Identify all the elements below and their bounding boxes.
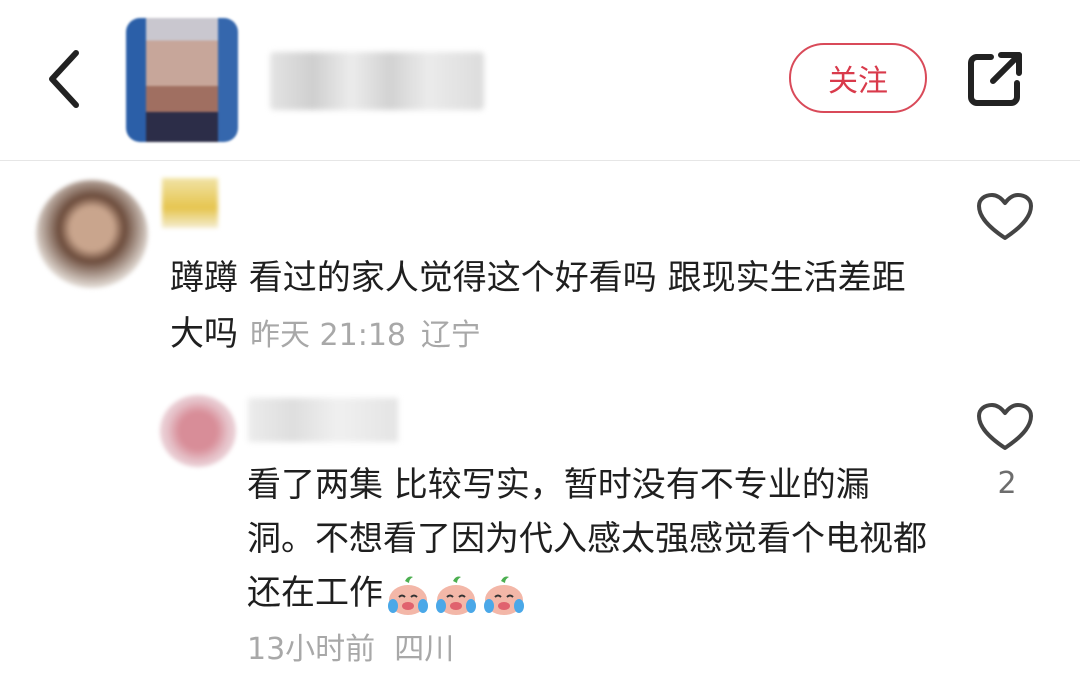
share-button[interactable]: [960, 44, 1030, 114]
follow-button[interactable]: 关注: [789, 43, 927, 113]
top-bar: 关注: [0, 0, 1080, 161]
commenter-name-blurred[interactable]: [162, 178, 218, 228]
like-count: 2: [997, 466, 1017, 501]
like-button[interactable]: [976, 192, 1034, 242]
comment-body[interactable]: 蹲蹲 看过的家人觉得这个好看吗 跟现实生活差距大吗 昨天 21:18 辽宁: [170, 250, 930, 364]
reply-text: 看了两集 比较写实，暂时没有不专业的漏洞。不想看了因为代入感太强感觉看个电视都还…: [247, 465, 927, 613]
share-icon: [968, 52, 1022, 106]
reply-avatar[interactable]: [160, 395, 236, 467]
chevron-left-icon: [49, 50, 79, 108]
reply-like-button[interactable]: [976, 402, 1034, 452]
reply-time: 13小时前: [247, 632, 376, 667]
heart-icon: [977, 403, 1033, 450]
crying-emoji-icon: [388, 576, 428, 615]
crying-emoji-icon: [436, 576, 476, 615]
reply-meta: 13小时前 四川: [247, 624, 454, 668]
back-button[interactable]: [36, 44, 92, 114]
comment-location: 辽宁: [420, 318, 481, 353]
author-name-blurred[interactable]: [270, 52, 484, 110]
emoji-group: [383, 573, 527, 615]
crying-emoji-icon: [484, 576, 524, 615]
reply-location: 四川: [394, 632, 455, 667]
heart-icon: [977, 193, 1033, 240]
commenter-avatar[interactable]: [36, 180, 148, 288]
reply-body[interactable]: 看了两集 比较写实，暂时没有不专业的漏洞。不想看了因为代入感太强感觉看个电视都还…: [247, 458, 937, 620]
comment-time: 昨天 21:18: [250, 318, 406, 353]
reply-name-blurred[interactable]: [248, 398, 398, 442]
author-avatar[interactable]: [126, 18, 238, 142]
